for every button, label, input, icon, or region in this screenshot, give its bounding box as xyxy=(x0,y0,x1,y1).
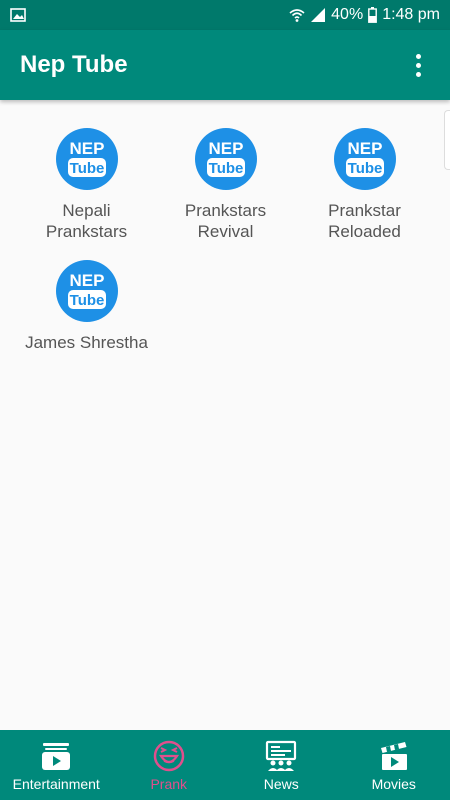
svg-text:NEP: NEP xyxy=(69,271,104,290)
channel-label: Nepali Prankstars xyxy=(45,201,128,241)
channel-grid: NEP Tube Nepali Prankstars NEP Tube Pran… xyxy=(0,100,450,730)
channel-item-prankstars-revival[interactable]: NEP Tube Prankstars Revival xyxy=(156,128,295,242)
channel-label: James Shrestha xyxy=(25,333,148,352)
svg-text:Tube: Tube xyxy=(208,160,243,177)
app-title: Nep Tube xyxy=(20,51,128,78)
nep-tube-logo-icon: NEP Tube xyxy=(55,128,118,190)
signal-icon xyxy=(310,7,326,23)
gallery-icon xyxy=(10,8,26,22)
tab-label: Movies xyxy=(371,776,416,792)
channel-item-nepali-prankstars[interactable]: NEP Tube Nepali Prankstars xyxy=(17,128,156,242)
svg-text:NEP: NEP xyxy=(347,139,382,158)
clapperboard-icon xyxy=(380,742,407,770)
tab-prank[interactable]: Prank xyxy=(113,730,226,800)
tab-label: Entertainment xyxy=(12,776,100,792)
nep-tube-logo-icon: NEP Tube xyxy=(55,260,118,322)
status-bar: 40% 1:48 pm xyxy=(0,0,450,30)
battery-percent: 40% xyxy=(331,6,364,23)
tab-news[interactable]: News xyxy=(225,730,338,800)
svg-text:Tube: Tube xyxy=(347,160,382,177)
channel-label: Prankstars Revival xyxy=(184,201,267,241)
more-vert-icon[interactable] xyxy=(406,45,430,85)
svg-text:NEP: NEP xyxy=(69,139,104,158)
nep-tube-logo-icon: NEP Tube xyxy=(333,128,396,190)
channel-label: Prankstar Reloaded xyxy=(328,201,401,241)
svg-text:NEP: NEP xyxy=(208,139,243,158)
battery-icon xyxy=(368,7,378,23)
tv-play-icon xyxy=(42,743,71,770)
scrollbar-handle[interactable] xyxy=(444,110,450,170)
laughing-face-icon xyxy=(153,740,184,772)
tab-entertainment[interactable]: Entertainment xyxy=(0,730,113,800)
channel-item-prankstar-reloaded[interactable]: NEP Tube Prankstar Reloaded xyxy=(295,128,434,242)
wifi-icon xyxy=(289,7,305,23)
app-bar: Nep Tube xyxy=(0,30,450,100)
tab-label: News xyxy=(263,776,299,792)
news-broadcast-icon xyxy=(266,740,297,771)
svg-text:Tube: Tube xyxy=(69,160,104,177)
channel-item-james-shrestha[interactable]: NEP Tube James Shrestha xyxy=(17,260,156,353)
svg-text:Tube: Tube xyxy=(69,292,104,309)
tab-label: Prank xyxy=(150,776,188,792)
bottom-nav: Entertainment Prank News Movies xyxy=(0,730,450,800)
tab-movies[interactable]: Movies xyxy=(338,730,450,800)
clock: 1:48 pm xyxy=(382,6,440,23)
nep-tube-logo-icon: NEP Tube xyxy=(194,128,257,190)
